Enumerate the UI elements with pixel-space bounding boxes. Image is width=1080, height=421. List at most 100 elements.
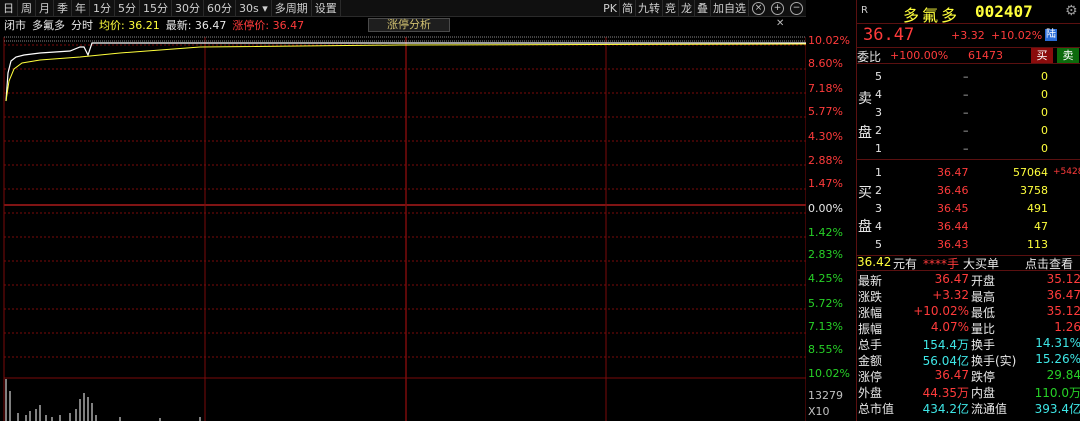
axis-label-down: 10.02% (808, 367, 850, 380)
big-order-qty: ****手 (923, 257, 960, 271)
toolbar-item-5[interactable]: 叠 (695, 0, 711, 17)
close-window-icon[interactable]: × (752, 2, 765, 15)
stat-value: 1.26 (1054, 320, 1080, 334)
buy_side-row: 1 36.47 57064 +54280 (857, 164, 1080, 182)
axis-label-down: 1.42% (808, 226, 843, 239)
period-tab-12[interactable]: 设置 (312, 0, 341, 17)
period-tab-7[interactable]: 15分 (140, 0, 172, 17)
level-volume: 113 (1027, 238, 1048, 251)
level-price: 36.47 (937, 166, 969, 179)
buy_side-row: 4 36.44 47 (857, 218, 1080, 236)
stat-value: 36.47 (934, 368, 969, 382)
weibi-num: 61473 (968, 49, 1003, 62)
axis-label-down: 2.83% (808, 248, 843, 261)
stat-row: 涨停 36.47 跌停 29.84 (857, 367, 1080, 384)
axis-label-up: 4.30% (808, 130, 843, 143)
toolbar-item-0[interactable]: PK (601, 0, 620, 17)
level: 2 (875, 184, 882, 197)
period-tab-3[interactable]: 季 (54, 0, 72, 17)
stat-row: 总手 154.4万 换手 14.31% (857, 335, 1080, 352)
stat-row: 涨跌 +3.32 最高 36.47 (857, 287, 1080, 304)
level-volume: 0 (1041, 124, 1048, 137)
close-icon[interactable]: ✕ (776, 18, 784, 29)
period-tab-1[interactable]: 周 (18, 0, 36, 17)
price-row: 36.47 +3.32 +10.02% 陆 (857, 24, 1080, 48)
stat-value: 36.47 (1046, 288, 1080, 302)
stat-value: 35.12 (1046, 272, 1080, 286)
period-tab-10[interactable]: 30s ▾ (236, 0, 272, 17)
axis-label-down: 8.55% (808, 343, 843, 356)
toolbar-item-3[interactable]: 竞 (663, 0, 679, 17)
axis-label-up: 5.77% (808, 105, 843, 118)
intraday-chart[interactable] (0, 33, 806, 421)
volume-bars (5, 379, 201, 421)
weibi-label: 委比 (857, 50, 882, 64)
level: 2 (875, 124, 882, 137)
avg-price: 均价: 36.21 (99, 19, 160, 32)
level-volume: 0 (1041, 70, 1048, 83)
axis-label-up: 0.00% (808, 202, 843, 215)
sell_side-row: 3 – 0 (857, 104, 1080, 122)
level-volume: 47 (1034, 220, 1048, 233)
big-order-price: 36.42 (857, 255, 892, 269)
axis-label-down: 4.25% (808, 272, 843, 285)
level-price: 36.46 (937, 184, 969, 197)
stat-label: 总市值 (858, 402, 895, 416)
toolbar-item-4[interactable]: 龙 (679, 0, 695, 17)
toolbar-item-6[interactable]: 加自选 (711, 0, 749, 17)
stat-row: 金额 56.04亿 换手(实) 15.26% (857, 351, 1080, 368)
price-pct: +10.02% (991, 29, 1043, 42)
quote-panel: R 多氟多 002407 ⚙ 36.47 +3.32 +10.02% 陆 委比 … (856, 0, 1080, 421)
current-price: 36.47 (863, 25, 915, 45)
minimize-icon[interactable]: − (790, 2, 803, 15)
price-change: +3.32 (951, 29, 985, 42)
toolbar-right: PK 简九转竞龙叠加自选 × + − (601, 0, 806, 17)
level: 5 (875, 238, 882, 251)
period-tab-0[interactable]: 日 (0, 0, 18, 17)
sell_side-row: 4 – 0 (857, 86, 1080, 104)
stats-table: 最新 36.47 开盘 35.12 涨跌 +3.32 最高 36.47 涨幅 +10.02% 最低 3… (857, 271, 1080, 416)
volume-axis-label: X10 (808, 405, 830, 418)
period-tab-9[interactable]: 60分 (204, 0, 236, 17)
toolbar-item-2[interactable]: 九转 (636, 0, 663, 17)
level-volume: 0 (1041, 106, 1048, 119)
lu-badge: 陆 (1045, 29, 1057, 41)
period-tab-5[interactable]: 1分 (90, 0, 115, 17)
big-order-label: 大买单 (963, 257, 1000, 271)
period-tab-2[interactable]: 月 (36, 0, 54, 17)
stat-row: 最新 36.47 开盘 35.12 (857, 271, 1080, 288)
period-tab-6[interactable]: 5分 (115, 0, 140, 17)
add-window-icon[interactable]: + (771, 2, 784, 15)
market-status: 闭市 (4, 19, 26, 32)
level-price: – (963, 106, 969, 119)
view-details-link[interactable]: 点击查看 (1025, 255, 1073, 272)
gear-icon[interactable]: ⚙ (1065, 3, 1078, 19)
stat-value: 14.31% (1035, 336, 1080, 350)
period-tab-4[interactable]: 年 (72, 0, 90, 17)
stat-row: 振幅 4.07% 量比 1.26 (857, 319, 1080, 336)
level: 1 (875, 166, 882, 179)
buy_side-row: 5 36.43 113 (857, 236, 1080, 254)
period-tab-11[interactable]: 多周期 (272, 0, 312, 17)
stat-value: 36.47 (934, 272, 969, 286)
weibi-pct: +100.00% (890, 49, 949, 62)
period-tab-8[interactable]: 30分 (172, 0, 204, 17)
level-price: – (963, 124, 969, 137)
axis-label-up: 1.47% (808, 177, 843, 190)
axis-label-up: 10.02% (808, 34, 850, 47)
level-price: – (963, 70, 969, 83)
weibi-sell-button[interactable]: 卖 (1057, 48, 1079, 63)
axis-label-up: 7.18% (808, 82, 843, 95)
toolbar-item-1[interactable]: 简 (620, 0, 636, 17)
level-price: 36.44 (937, 220, 969, 233)
level-volume: 3758 (1020, 184, 1048, 197)
stat-value: +10.02% (913, 304, 969, 318)
level-volume: 0 (1041, 142, 1048, 155)
limit-price: 涨停价: 36.47 (232, 19, 305, 32)
weibi-buy-button[interactable]: 买 (1031, 48, 1053, 63)
stat-value: 434.2亿 (922, 402, 969, 416)
stat-row: 总市值 434.2亿 流通值 393.4亿 (857, 399, 1080, 416)
level: 5 (875, 70, 882, 83)
axis-label-up: 8.60% (808, 57, 843, 70)
limit-analysis-button[interactable]: 涨停分析 (368, 18, 450, 32)
